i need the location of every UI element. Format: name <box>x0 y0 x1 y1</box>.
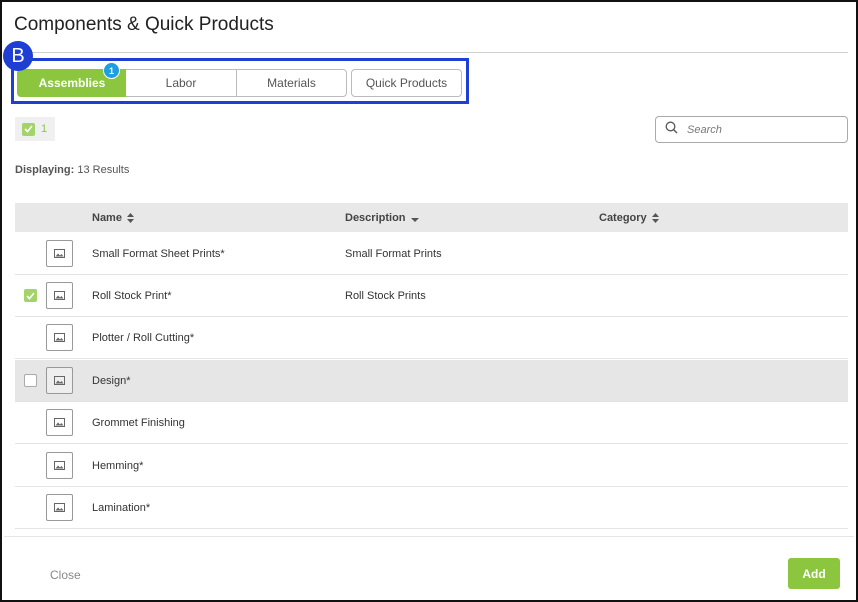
column-header-category[interactable]: Category <box>599 203 659 232</box>
row-name: Hemming* <box>92 460 144 472</box>
table-row[interactable]: Small Format Sheet Prints* Small Format … <box>15 233 848 275</box>
dialog: Components & Quick Products B Assemblies… <box>0 0 858 602</box>
table-header: Name Description Category <box>15 203 848 232</box>
annotation-marker: B <box>3 41 33 71</box>
table-row[interactable]: Roll Stock Print* Roll Stock Prints <box>15 275 848 317</box>
sort-descending-icon <box>410 217 419 222</box>
tab-materials[interactable]: Materials <box>236 69 347 97</box>
image-placeholder-icon <box>46 240 73 267</box>
selected-items-filter[interactable]: 1 <box>15 117 55 141</box>
add-button[interactable]: Add <box>788 558 840 589</box>
image-placeholder-icon <box>46 452 73 479</box>
close-button[interactable]: Close <box>50 568 81 582</box>
image-placeholder-icon <box>46 282 73 309</box>
row-description: Small Format Prints <box>345 248 442 260</box>
column-header-name[interactable]: Name <box>92 203 134 232</box>
table-row[interactable]: Grommet Finishing <box>15 402 848 444</box>
row-name: Lamination* <box>92 502 151 514</box>
image-placeholder-icon <box>46 367 73 394</box>
sort-icon <box>651 212 659 223</box>
tab-count-badge: 1 <box>103 62 120 79</box>
search-box[interactable] <box>655 116 848 143</box>
selected-count: 1 <box>41 123 48 135</box>
title-divider <box>14 52 848 53</box>
row-checkbox[interactable] <box>24 374 37 387</box>
search-icon <box>665 121 678 139</box>
sort-icon <box>126 212 134 223</box>
row-name: Design* <box>92 375 131 387</box>
column-header-description[interactable]: Description <box>345 203 419 232</box>
table-row[interactable]: Lamination* <box>15 487 848 529</box>
row-checkbox[interactable] <box>24 289 37 302</box>
row-name: Grommet Finishing <box>92 417 185 429</box>
results-text: 13 Results <box>77 164 130 176</box>
checkmark-icon <box>22 122 35 136</box>
image-placeholder-icon <box>46 409 73 436</box>
table-row[interactable]: Hemming* <box>15 445 848 487</box>
results-count: Displaying: 13 Results <box>15 164 129 176</box>
row-description: Roll Stock Prints <box>345 290 426 302</box>
table-row[interactable]: Design* <box>15 360 848 402</box>
search-input[interactable] <box>687 123 837 136</box>
table-row[interactable]: Plotter / Roll Cutting* <box>15 317 848 359</box>
tab-quick-products[interactable]: Quick Products <box>351 69 462 97</box>
row-name: Roll Stock Print* <box>92 290 172 302</box>
image-placeholder-icon <box>46 324 73 351</box>
tab-labor[interactable]: Labor <box>126 69 237 97</box>
image-placeholder-icon <box>46 494 73 521</box>
results-prefix: Displaying: <box>15 164 75 176</box>
row-name: Small Format Sheet Prints* <box>92 248 225 260</box>
row-name: Plotter / Roll Cutting* <box>92 332 195 344</box>
dialog-footer: Close Add <box>4 536 854 600</box>
dialog-title: Components & Quick Products <box>14 14 274 35</box>
